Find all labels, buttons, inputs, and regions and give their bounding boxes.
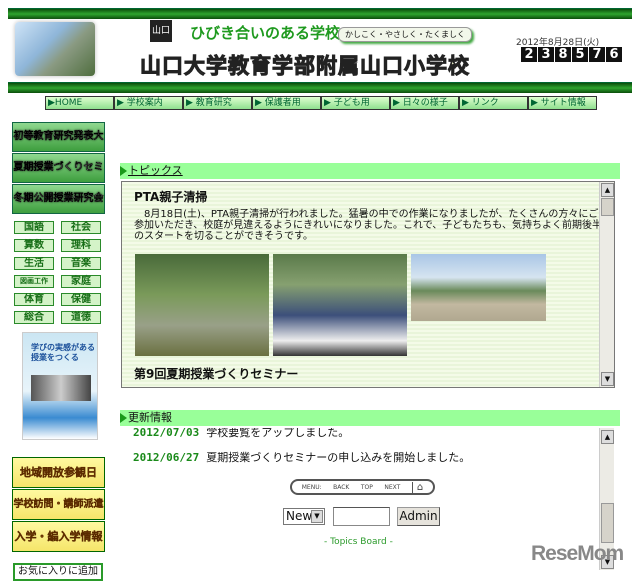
book-cover-photo — [31, 375, 91, 401]
update-row: 2012/06/27 夏期授業づくりセミナーの申し込みを開始しました。 — [133, 449, 470, 465]
topic-title: 第9回夏期授業づくりセミナー — [134, 367, 299, 381]
subject-art[interactable]: 図画工作 — [14, 275, 54, 288]
school-visit-button[interactable]: 学校訪問・講師派遣 — [12, 489, 105, 520]
update-text: 学校要覧をアップしました。 — [206, 428, 350, 439]
counter-digit: 7 — [589, 47, 605, 62]
topic-title: PTA親子清掃 — [134, 190, 208, 204]
nav-kids[interactable]: ▶ 子ども用 — [321, 96, 390, 110]
school-photo — [15, 22, 95, 76]
subject-moral[interactable]: 道徳 — [61, 311, 101, 324]
update-row: 2012/07/03 学校要覧をアップしました。 — [133, 428, 349, 440]
nav-research[interactable]: ▶ 教育研究 — [183, 96, 252, 110]
scroll-thumb[interactable] — [601, 198, 614, 216]
counter-digit: 8 — [555, 47, 571, 62]
counter-digit: 3 — [538, 47, 554, 62]
scroll-up-icon[interactable]: ▲ — [601, 183, 614, 197]
subject-home-ec[interactable]: 家庭 — [61, 275, 101, 288]
topics-board-link[interactable]: - Topics Board - — [324, 537, 393, 547]
topic-body: 8月18日(土)、PTA親子清掃が行われました。猛暑の中での作業になりましたが、… — [134, 209, 602, 242]
subject-pe[interactable]: 体育 — [14, 293, 54, 306]
update-date: 2012/06/27 — [133, 451, 200, 464]
subject-music[interactable]: 音楽 — [61, 257, 101, 270]
nav-daily[interactable]: ▶ 日々の様子 — [390, 96, 459, 110]
open-day-button[interactable]: 地域開放参観日 — [12, 457, 105, 488]
book-banner[interactable]: 学びの実感がある授業をつくる — [22, 332, 98, 440]
header-top-bar — [8, 8, 632, 19]
research-conference-button[interactable]: 初等教育研究発表大会 — [12, 122, 105, 170]
home-icon[interactable]: ⌂ — [411, 481, 423, 493]
nav-parents[interactable]: ▶ 保護者用 — [252, 96, 321, 110]
topics-frame: PTA親子清掃 8月18日(土)、PTA親子清掃が行われました。猛暑の中での作業… — [121, 181, 615, 388]
chevron-down-icon[interactable]: ▼ — [311, 510, 323, 523]
update-text: 夏期授業づくりセミナーの申し込みを開始しました。 — [206, 451, 471, 464]
nav-school-info[interactable]: ▶ 学校案内 — [114, 96, 183, 110]
school-name: 山口大学教育学部附属山口小学校 — [140, 54, 470, 79]
next-link[interactable]: NEXT — [384, 484, 400, 491]
motto: かしこく・やさしく・たくましく — [338, 27, 472, 42]
subject-life[interactable]: 生活 — [14, 257, 54, 270]
top-link[interactable]: TOP — [361, 484, 373, 491]
subject-social[interactable]: 社会 — [61, 221, 101, 234]
subject-japanese[interactable]: 国語 — [14, 221, 54, 234]
counter-digit: 5 — [572, 47, 588, 62]
subject-integrated[interactable]: 総合 — [14, 311, 54, 324]
topic-photo — [411, 254, 546, 321]
summer-seminar-button[interactable]: 夏期授業づくりセミナー — [12, 153, 105, 201]
admin-button[interactable]: Admin — [397, 507, 440, 526]
topics-heading: トピックス — [120, 163, 620, 179]
counter-digit: 2 — [521, 47, 537, 62]
book-title: 学びの実感がある授業をつくる — [31, 343, 95, 362]
menu-label: MENU: — [301, 483, 322, 491]
topics-scrollbar[interactable]: ▲ ▼ — [599, 182, 614, 387]
board-menu: MENU: BACK TOP NEXT ⌂ — [290, 479, 435, 495]
updates-heading: 更新情報 — [120, 410, 620, 426]
nav-links[interactable]: ▶ リンク — [459, 96, 528, 110]
topic-photo — [273, 254, 407, 356]
nav-home[interactable]: ▶HOME — [45, 96, 114, 110]
scroll-down-icon[interactable]: ▼ — [601, 372, 614, 386]
sort-select[interactable]: New ▼ — [283, 508, 325, 525]
main-nav: ▶HOME ▶ 学校案内 ▶ 教育研究 ▶ 保護者用 ▶ 子ども用 ▶ 日々の様… — [45, 96, 597, 110]
admission-info-button[interactable]: 入学・編入学情報 — [12, 521, 105, 552]
add-favorite-button[interactable]: お気に入りに追加 — [13, 563, 103, 581]
visitor-counter: 238576 — [521, 47, 622, 62]
header-bottom-bar — [8, 82, 632, 93]
counter-digit: 6 — [606, 47, 622, 62]
topic-photo — [135, 254, 269, 356]
winter-open-class-button[interactable]: 冬期公開授業研究会 — [12, 184, 105, 214]
resemom-watermark: ReseMom — [531, 542, 624, 565]
scroll-thumb[interactable] — [601, 503, 614, 543]
update-date: 2012/07/03 — [133, 428, 200, 439]
nav-site-info[interactable]: ▶ サイト情報 — [528, 96, 597, 110]
school-emblem: 山口 — [150, 20, 172, 42]
subject-science[interactable]: 理科 — [61, 239, 101, 252]
sort-select-value: New — [286, 509, 313, 523]
tagline: ひびき合いのある学校 — [190, 24, 341, 42]
subject-health[interactable]: 保健 — [61, 293, 101, 306]
password-input[interactable] — [333, 507, 390, 526]
scroll-up-icon[interactable]: ▲ — [601, 430, 614, 444]
subject-math[interactable]: 算数 — [14, 239, 54, 252]
back-link[interactable]: BACK — [333, 484, 349, 491]
topics-heading-link[interactable]: トピックス — [128, 164, 183, 177]
subject-grid: 国語 社会 算数 理科 生活 音楽 図画工作 家庭 体育 保健 総合 道徳 — [14, 221, 101, 324]
